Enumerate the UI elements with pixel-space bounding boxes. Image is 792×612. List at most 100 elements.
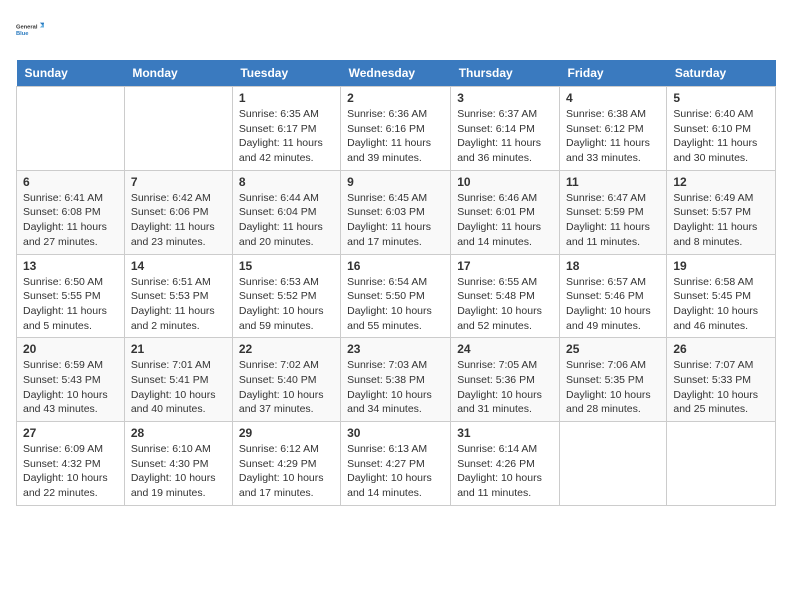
day-info: Sunrise: 7:02 AM Sunset: 5:40 PM Dayligh… [239, 358, 334, 417]
day-info: Sunrise: 6:35 AM Sunset: 6:17 PM Dayligh… [239, 107, 334, 166]
calendar-cell: 17 Sunrise: 6:55 AM Sunset: 5:48 PM Dayl… [451, 254, 560, 338]
day-info: Sunrise: 6:41 AM Sunset: 6:08 PM Dayligh… [23, 191, 118, 250]
calendar-cell: 23 Sunrise: 7:03 AM Sunset: 5:38 PM Dayl… [341, 338, 451, 422]
calendar-cell [560, 422, 667, 506]
day-number: 9 [347, 175, 444, 189]
day-info: Sunrise: 6:42 AM Sunset: 6:06 PM Dayligh… [131, 191, 226, 250]
day-info: Sunrise: 6:44 AM Sunset: 6:04 PM Dayligh… [239, 191, 334, 250]
day-info: Sunrise: 6:37 AM Sunset: 6:14 PM Dayligh… [457, 107, 553, 166]
calendar-cell: 22 Sunrise: 7:02 AM Sunset: 5:40 PM Dayl… [232, 338, 340, 422]
calendar-cell: 15 Sunrise: 6:53 AM Sunset: 5:52 PM Dayl… [232, 254, 340, 338]
day-info: Sunrise: 6:36 AM Sunset: 6:16 PM Dayligh… [347, 107, 444, 166]
day-number: 30 [347, 426, 444, 440]
weekday-header: Tuesday [232, 60, 340, 87]
calendar-cell: 19 Sunrise: 6:58 AM Sunset: 5:45 PM Dayl… [667, 254, 776, 338]
day-info: Sunrise: 7:03 AM Sunset: 5:38 PM Dayligh… [347, 358, 444, 417]
day-number: 1 [239, 91, 334, 105]
day-number: 24 [457, 342, 553, 356]
day-number: 15 [239, 259, 334, 273]
day-number: 27 [23, 426, 118, 440]
day-number: 6 [23, 175, 118, 189]
day-number: 21 [131, 342, 226, 356]
calendar-cell [667, 422, 776, 506]
day-info: Sunrise: 6:54 AM Sunset: 5:50 PM Dayligh… [347, 275, 444, 334]
day-number: 16 [347, 259, 444, 273]
day-number: 5 [673, 91, 769, 105]
day-number: 7 [131, 175, 226, 189]
day-number: 17 [457, 259, 553, 273]
day-info: Sunrise: 6:47 AM Sunset: 5:59 PM Dayligh… [566, 191, 660, 250]
calendar-cell: 31 Sunrise: 6:14 AM Sunset: 4:26 PM Dayl… [451, 422, 560, 506]
day-info: Sunrise: 6:13 AM Sunset: 4:27 PM Dayligh… [347, 442, 444, 501]
calendar-week-row: 6 Sunrise: 6:41 AM Sunset: 6:08 PM Dayli… [17, 170, 776, 254]
day-info: Sunrise: 6:40 AM Sunset: 6:10 PM Dayligh… [673, 107, 769, 166]
day-number: 10 [457, 175, 553, 189]
weekday-header: Friday [560, 60, 667, 87]
weekday-header: Wednesday [341, 60, 451, 87]
calendar-cell: 25 Sunrise: 7:06 AM Sunset: 5:35 PM Dayl… [560, 338, 667, 422]
svg-text:General: General [16, 24, 38, 30]
calendar-cell: 9 Sunrise: 6:45 AM Sunset: 6:03 PM Dayli… [341, 170, 451, 254]
calendar-table: SundayMondayTuesdayWednesdayThursdayFrid… [16, 60, 776, 506]
day-number: 4 [566, 91, 660, 105]
day-number: 14 [131, 259, 226, 273]
day-info: Sunrise: 6:59 AM Sunset: 5:43 PM Dayligh… [23, 358, 118, 417]
calendar-week-row: 13 Sunrise: 6:50 AM Sunset: 5:55 PM Dayl… [17, 254, 776, 338]
day-number: 22 [239, 342, 334, 356]
day-number: 19 [673, 259, 769, 273]
calendar-week-row: 20 Sunrise: 6:59 AM Sunset: 5:43 PM Dayl… [17, 338, 776, 422]
weekday-header: Monday [124, 60, 232, 87]
calendar-cell: 21 Sunrise: 7:01 AM Sunset: 5:41 PM Dayl… [124, 338, 232, 422]
calendar-cell: 12 Sunrise: 6:49 AM Sunset: 5:57 PM Dayl… [667, 170, 776, 254]
day-number: 26 [673, 342, 769, 356]
day-info: Sunrise: 7:06 AM Sunset: 5:35 PM Dayligh… [566, 358, 660, 417]
day-number: 12 [673, 175, 769, 189]
calendar-cell: 2 Sunrise: 6:36 AM Sunset: 6:16 PM Dayli… [341, 87, 451, 171]
day-info: Sunrise: 6:46 AM Sunset: 6:01 PM Dayligh… [457, 191, 553, 250]
calendar-week-row: 27 Sunrise: 6:09 AM Sunset: 4:32 PM Dayl… [17, 422, 776, 506]
day-number: 2 [347, 91, 444, 105]
calendar-cell: 3 Sunrise: 6:37 AM Sunset: 6:14 PM Dayli… [451, 87, 560, 171]
header-row: SundayMondayTuesdayWednesdayThursdayFrid… [17, 60, 776, 87]
day-info: Sunrise: 6:57 AM Sunset: 5:46 PM Dayligh… [566, 275, 660, 334]
calendar-cell: 8 Sunrise: 6:44 AM Sunset: 6:04 PM Dayli… [232, 170, 340, 254]
day-number: 25 [566, 342, 660, 356]
weekday-header: Saturday [667, 60, 776, 87]
day-number: 31 [457, 426, 553, 440]
day-info: Sunrise: 6:38 AM Sunset: 6:12 PM Dayligh… [566, 107, 660, 166]
calendar-cell: 27 Sunrise: 6:09 AM Sunset: 4:32 PM Dayl… [17, 422, 125, 506]
day-info: Sunrise: 6:58 AM Sunset: 5:45 PM Dayligh… [673, 275, 769, 334]
day-number: 29 [239, 426, 334, 440]
day-info: Sunrise: 7:07 AM Sunset: 5:33 PM Dayligh… [673, 358, 769, 417]
day-info: Sunrise: 7:01 AM Sunset: 5:41 PM Dayligh… [131, 358, 226, 417]
day-number: 20 [23, 342, 118, 356]
day-info: Sunrise: 6:14 AM Sunset: 4:26 PM Dayligh… [457, 442, 553, 501]
logo-icon: General Blue [16, 16, 44, 44]
day-info: Sunrise: 7:05 AM Sunset: 5:36 PM Dayligh… [457, 358, 553, 417]
day-number: 8 [239, 175, 334, 189]
calendar-cell: 11 Sunrise: 6:47 AM Sunset: 5:59 PM Dayl… [560, 170, 667, 254]
day-number: 13 [23, 259, 118, 273]
calendar-cell: 28 Sunrise: 6:10 AM Sunset: 4:30 PM Dayl… [124, 422, 232, 506]
day-number: 11 [566, 175, 660, 189]
calendar-cell: 1 Sunrise: 6:35 AM Sunset: 6:17 PM Dayli… [232, 87, 340, 171]
calendar-cell: 30 Sunrise: 6:13 AM Sunset: 4:27 PM Dayl… [341, 422, 451, 506]
calendar-cell: 5 Sunrise: 6:40 AM Sunset: 6:10 PM Dayli… [667, 87, 776, 171]
day-number: 18 [566, 259, 660, 273]
calendar-cell: 16 Sunrise: 6:54 AM Sunset: 5:50 PM Dayl… [341, 254, 451, 338]
calendar-cell: 18 Sunrise: 6:57 AM Sunset: 5:46 PM Dayl… [560, 254, 667, 338]
day-info: Sunrise: 6:10 AM Sunset: 4:30 PM Dayligh… [131, 442, 226, 501]
day-info: Sunrise: 6:51 AM Sunset: 5:53 PM Dayligh… [131, 275, 226, 334]
calendar-cell: 4 Sunrise: 6:38 AM Sunset: 6:12 PM Dayli… [560, 87, 667, 171]
calendar-cell: 6 Sunrise: 6:41 AM Sunset: 6:08 PM Dayli… [17, 170, 125, 254]
calendar-cell [124, 87, 232, 171]
day-info: Sunrise: 6:50 AM Sunset: 5:55 PM Dayligh… [23, 275, 118, 334]
weekday-header: Sunday [17, 60, 125, 87]
day-info: Sunrise: 6:45 AM Sunset: 6:03 PM Dayligh… [347, 191, 444, 250]
calendar-cell: 7 Sunrise: 6:42 AM Sunset: 6:06 PM Dayli… [124, 170, 232, 254]
calendar-cell: 26 Sunrise: 7:07 AM Sunset: 5:33 PM Dayl… [667, 338, 776, 422]
day-info: Sunrise: 6:55 AM Sunset: 5:48 PM Dayligh… [457, 275, 553, 334]
header: General Blue [16, 16, 776, 44]
day-number: 28 [131, 426, 226, 440]
calendar-cell: 14 Sunrise: 6:51 AM Sunset: 5:53 PM Dayl… [124, 254, 232, 338]
